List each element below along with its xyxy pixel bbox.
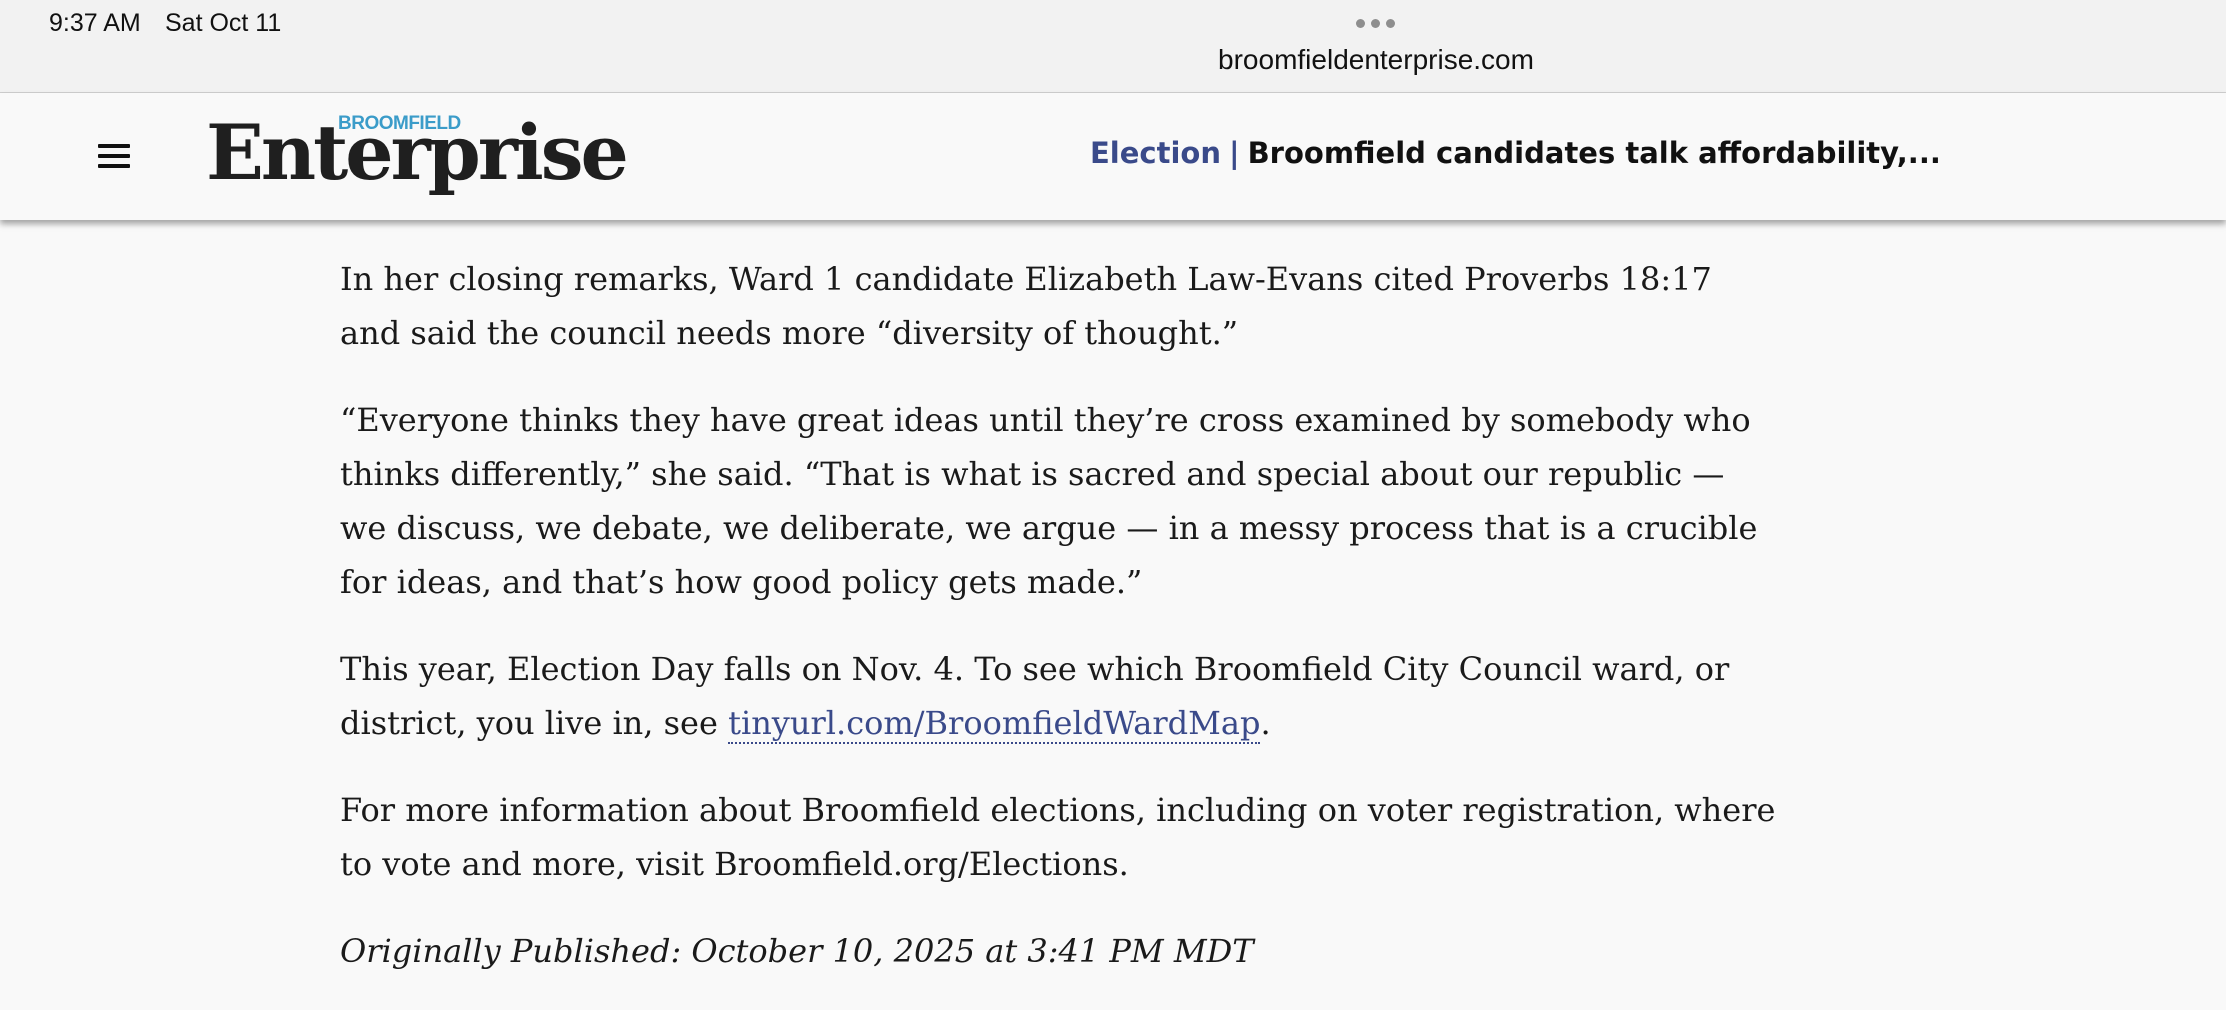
logo-wordmark: Enterprise [206, 108, 629, 197]
article-body: In her closing remarks, Ward 1 candidate… [340, 252, 1780, 1010]
status-bar: 9:37 AM Sat Oct 11 broomfieldenterprise.… [0, 0, 2226, 93]
article-paragraph-4: For more information about Broomfield el… [340, 791, 1776, 883]
article-paragraph-3: This year, Election Day falls on Nov. 4.… [340, 642, 1780, 750]
address-bar-url[interactable]: broomfieldenterprise.com [1112, 44, 1640, 76]
status-time: 9:37 AM [49, 9, 141, 37]
article-paragraph-2: “Everyone thinks they have great ideas u… [340, 401, 1758, 601]
article-paragraph-1: In her closing remarks, Ward 1 candidate… [340, 260, 1712, 352]
published-timestamp: Originally Published: October 10, 2025 a… [340, 932, 1254, 970]
status-date: Sat Oct 11 [165, 9, 282, 37]
multitasking-dots-icon[interactable] [1356, 19, 1395, 28]
headline-separator: | [1228, 136, 1240, 170]
hamburger-menu-icon[interactable] [98, 144, 130, 168]
paragraph-3-end: . [1260, 704, 1271, 742]
article-headline[interactable]: Broomfield candidates talk affordability… [1248, 136, 1941, 170]
header-headline: Election | Broomfield candidates talk affo… [1090, 136, 1941, 170]
site-header: BROOMFIELD Enterprise Election | Broomfiel… [0, 93, 2226, 220]
ward-map-link[interactable]: tinyurl.com/BroomfieldWardMap [728, 704, 1261, 744]
section-link-election[interactable]: Election [1090, 136, 1221, 170]
site-logo[interactable]: BROOMFIELD Enterprise [206, 113, 629, 203]
